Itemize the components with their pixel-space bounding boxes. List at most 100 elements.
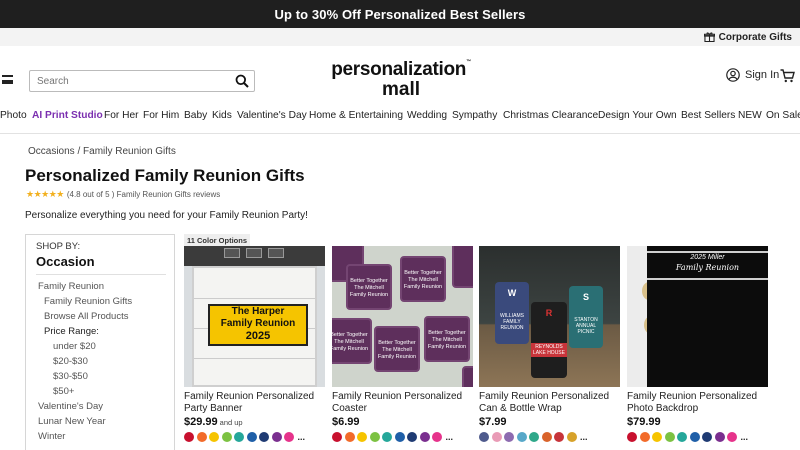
breadcrumb-family-reunion-gifts[interactable]: Family Reunion Gifts: [83, 146, 176, 157]
color-swatch[interactable]: [504, 432, 514, 442]
sidebar-item-valentines-day[interactable]: Valentine's Day: [36, 399, 174, 414]
banner-line1: The Harper: [231, 306, 285, 317]
site-logo[interactable]: personalization™ mall: [322, 60, 480, 100]
color-swatch[interactable]: [566, 432, 577, 442]
product-card[interactable]: Better Together The Mitchell Family Reun…: [332, 234, 473, 442]
product-name[interactable]: Family Reunion Personalized Photo Backdr…: [627, 391, 768, 415]
color-swatch[interactable]: [491, 432, 502, 442]
color-swatch[interactable]: [196, 432, 207, 442]
product-image-coaster[interactable]: Better Together The Mitchell Family Reun…: [332, 246, 473, 387]
price-50-plus[interactable]: $50+: [36, 384, 174, 399]
banner-line2: Family Reunion: [220, 318, 296, 329]
nav-baby[interactable]: Baby: [184, 110, 207, 121]
nav-best-sellers[interactable]: Best Sellers: [681, 110, 735, 121]
color-swatch[interactable]: [529, 432, 539, 442]
more-colors-indicator[interactable]: ...: [580, 432, 588, 442]
color-swatch[interactable]: [259, 432, 269, 442]
backdrop-line2: Family Reunion: [675, 263, 740, 272]
color-swatch[interactable]: [221, 432, 232, 442]
color-options-badge: 11 Color Options: [184, 234, 251, 246]
nav-christmas-clearance[interactable]: Christmas Clearance: [503, 110, 598, 121]
color-swatch[interactable]: [627, 432, 637, 442]
color-swatch[interactable]: [664, 432, 675, 442]
color-swatch[interactable]: [689, 432, 700, 442]
price-under-20[interactable]: under $20: [36, 339, 174, 354]
color-swatch[interactable]: [541, 432, 552, 442]
product-card[interactable]: 2025 Miller Family Reunion Family Reunio…: [627, 234, 768, 442]
price-30-50[interactable]: $30-$50: [36, 369, 174, 384]
color-swatch[interactable]: [554, 432, 564, 442]
color-swatch[interactable]: [419, 432, 430, 442]
more-colors-indicator[interactable]: ...: [446, 432, 454, 442]
product-card[interactable]: 11 Color Options The Harper Family Reuni…: [184, 234, 325, 442]
corporate-gifts-link[interactable]: Corporate Gifts: [719, 32, 792, 43]
product-name[interactable]: Family Reunion Personalized Coaster: [332, 391, 473, 415]
search-icon[interactable]: [235, 74, 249, 88]
color-swatch[interactable]: [344, 432, 355, 442]
sidebar-item-family-reunion[interactable]: Family Reunion: [36, 279, 174, 294]
color-swatch[interactable]: [184, 432, 194, 442]
product-card[interactable]: W WILLIAMS FAMILY REUNION R REYNOLDS LAK…: [479, 234, 620, 442]
color-swatch[interactable]: [284, 432, 294, 442]
sidebar-item-browse-all[interactable]: Browse All Products: [36, 309, 174, 324]
price-20-30[interactable]: $20-$30: [36, 354, 174, 369]
color-swatch[interactable]: [332, 432, 342, 442]
rating-summary[interactable]: ★★★★★ (4.8 out of 5 ) Family Reunion Gif…: [26, 189, 220, 200]
color-swatch[interactable]: [714, 432, 725, 442]
breadcrumb-occasions[interactable]: Occasions: [28, 146, 75, 157]
nav-photo[interactable]: Photo: [0, 110, 27, 121]
color-swatch[interactable]: [479, 432, 489, 442]
color-swatch[interactable]: [702, 432, 712, 442]
nav-for-her[interactable]: For Her: [104, 110, 139, 121]
sidebar-item-family-reunion-gifts[interactable]: Family Reunion Gifts: [36, 294, 174, 309]
nav-home-entertaining[interactable]: Home & Entertaining: [309, 110, 403, 121]
product-image-party-banner[interactable]: The Harper Family Reunion 2025: [184, 246, 325, 387]
garage-door: The Harper Family Reunion 2025: [192, 266, 317, 387]
color-swatch[interactable]: [652, 432, 662, 442]
color-swatch[interactable]: [271, 432, 282, 442]
sign-in-link[interactable]: Sign In: [726, 68, 779, 82]
sidebar-item-lunar-new-year[interactable]: Lunar New Year: [36, 414, 174, 429]
nav-new[interactable]: NEW: [738, 110, 762, 121]
promo-text[interactable]: Up to 30% Off Personalized Best Sellers: [275, 7, 526, 22]
nav-kids[interactable]: Kids: [212, 110, 232, 121]
color-swatch[interactable]: [516, 432, 527, 442]
product-image-can-wrap[interactable]: W WILLIAMS FAMILY REUNION R REYNOLDS LAK…: [479, 246, 620, 387]
nav-wedding[interactable]: Wedding: [407, 110, 447, 121]
nav-valentines-day[interactable]: Valentine's Day: [237, 110, 307, 121]
color-swatch[interactable]: [677, 432, 687, 442]
rating-text[interactable]: (4.8 out of 5 ) Family Reunion Gifts rev…: [67, 190, 220, 199]
product-name[interactable]: Family Reunion Personalized Can & Bottle…: [479, 391, 620, 415]
cart-icon[interactable]: [780, 69, 795, 83]
color-swatches: ...: [627, 432, 768, 442]
color-swatch[interactable]: [382, 432, 392, 442]
more-colors-indicator[interactable]: ...: [298, 432, 306, 442]
color-swatch[interactable]: [727, 432, 737, 442]
color-swatch[interactable]: [639, 432, 650, 442]
nav-for-him[interactable]: For Him: [143, 110, 179, 121]
sign-in-label[interactable]: Sign In: [745, 69, 779, 81]
color-swatch[interactable]: [407, 432, 417, 442]
color-swatch[interactable]: [432, 432, 442, 442]
nav-design-your-own[interactable]: Design Your Own: [598, 110, 677, 121]
color-swatch[interactable]: [369, 432, 380, 442]
more-colors-indicator[interactable]: ...: [741, 432, 749, 442]
nav-on-sale[interactable]: On Sale: [766, 110, 800, 121]
color-swatch[interactable]: [357, 432, 367, 442]
search-input[interactable]: [30, 71, 230, 92]
product-image-photo-backdrop[interactable]: 2025 Miller Family Reunion: [627, 246, 768, 387]
search-box[interactable]: [29, 70, 255, 92]
color-swatch[interactable]: [246, 432, 257, 442]
nav-sympathy[interactable]: Sympathy: [452, 110, 497, 121]
sidebar-item-winter[interactable]: Winter: [36, 429, 174, 444]
color-swatch[interactable]: [394, 432, 405, 442]
color-swatch[interactable]: [209, 432, 219, 442]
coaster-line2: The Mitchell: [382, 347, 412, 353]
promo-banner[interactable]: Up to 30% Off Personalized Best Sellers: [0, 0, 800, 28]
product-name[interactable]: Family Reunion Personalized Party Banner: [184, 391, 325, 415]
color-swatch[interactable]: [234, 432, 244, 442]
coaster-line2: The Mitchell: [408, 277, 438, 283]
coaster-graphic: [452, 246, 473, 288]
nav-ai-print-studio[interactable]: AI Print Studio: [32, 110, 103, 121]
menu-icon[interactable]: [2, 75, 13, 84]
